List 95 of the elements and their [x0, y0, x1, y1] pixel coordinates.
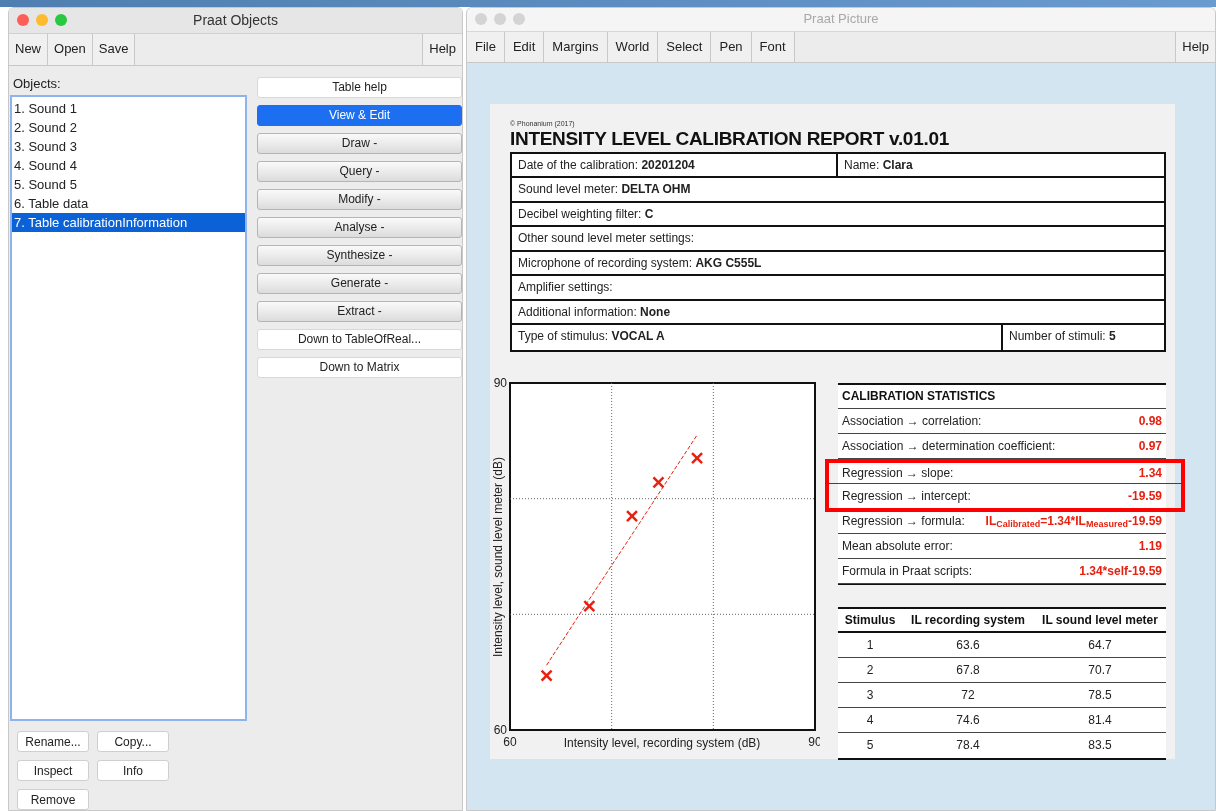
window-control-icon[interactable] — [55, 14, 67, 26]
object-item[interactable]: 6. Table data — [12, 194, 245, 213]
stat-value: 0.97 — [1138, 437, 1162, 455]
object-item[interactable]: 3. Sound 3 — [12, 137, 245, 156]
data-point — [626, 509, 638, 522]
window-title: Praat Objects — [192, 10, 279, 30]
column-header: IL sound level meter — [1041, 611, 1159, 629]
stats-title: CALIBRATION STATISTICS — [842, 388, 996, 405]
menu-button[interactable]: Extract - — [257, 300, 462, 322]
action-button[interactable]: Down to TableOfReal... — [257, 328, 462, 350]
data-point — [583, 599, 596, 612]
stat-label: Mean absolute error: — [842, 537, 953, 555]
table-cell-text: 74.6 — [955, 711, 981, 729]
stat-value: 1.34*self-19.59 — [1079, 562, 1162, 580]
stat-value: IL$_{Calibrated}$=1.34*IL$_{Measured}$-19.59 — [985, 512, 1162, 530]
table-cell-text: 1 — [865, 636, 875, 654]
table-cell-text: 70.7 — [1087, 661, 1113, 679]
menu-item[interactable]: Margins — [544, 31, 608, 63]
stat-label: Regression → intercept: — [842, 487, 971, 505]
help-menu[interactable]: Help — [1175, 31, 1215, 63]
table-cell-text: 72 — [960, 686, 976, 704]
menu-item[interactable]: Select — [658, 31, 712, 63]
stat-label: Association → determination coefficient: — [842, 437, 1056, 455]
window-control-icon[interactable] — [513, 13, 525, 25]
report-field: Microphone of recording system: AKG C555L — [512, 251, 1164, 274]
stat-value: 1.19 — [1138, 537, 1162, 555]
table-cell-text: 83.5 — [1087, 737, 1113, 754]
report-field: Date of the calibration: 20201204 — [512, 153, 838, 176]
action-button[interactable]: Table help — [257, 76, 462, 98]
table-cell-text: 63.6 — [955, 636, 981, 654]
report-field: Name: Clara — [838, 153, 1164, 176]
window-control-icon[interactable] — [17, 14, 29, 26]
action-button[interactable]: Copy... — [97, 731, 169, 752]
menu-button[interactable]: Query - — [257, 160, 462, 182]
table-cell-text: 5 — [865, 737, 875, 754]
table-cell-text: 78.5 — [1087, 686, 1113, 704]
menu-button[interactable]: Synthesize - — [257, 244, 462, 266]
menu-button[interactable]: Analyse - — [257, 216, 462, 238]
table-cell-text: 64.7 — [1087, 636, 1113, 654]
menu-button[interactable]: Modify - — [257, 188, 462, 210]
report-field: Other sound level meter settings: — [512, 227, 1164, 250]
table-cell-text: 81.4 — [1087, 711, 1113, 729]
axis-tick-label: 60 — [503, 734, 517, 749]
action-button[interactable]: Down to Matrix — [257, 356, 462, 378]
report-field: Decibel weighting filter: C — [512, 202, 1164, 225]
action-button[interactable]: Inspect — [17, 760, 89, 781]
data-point — [652, 476, 665, 488]
report-field: Amplifier settings: — [512, 276, 1164, 299]
data-point — [540, 669, 553, 682]
window-title: Praat Picture — [802, 10, 880, 29]
report-field: Type of stimulus: VOCAL A — [512, 325, 1003, 350]
window-control-icon[interactable] — [475, 13, 487, 25]
column-header: Stimulus — [843, 611, 897, 629]
help-menu[interactable]: Help — [422, 33, 462, 66]
report-field: Number of stimuli: 5 — [1003, 325, 1164, 350]
stat-value: 1.34 — [1138, 464, 1162, 482]
stat-value: 0.98 — [1138, 412, 1162, 430]
table-cell-text: 3 — [865, 686, 875, 704]
menu-button[interactable]: Draw - — [257, 132, 462, 154]
toolbar-menu[interactable]: New — [9, 33, 48, 66]
toolbar-menu[interactable]: Open — [48, 33, 93, 66]
report-field: Additional information: None — [512, 300, 1164, 323]
object-item[interactable]: 2. Sound 2 — [12, 118, 245, 137]
object-item[interactable]: 5. Sound 5 — [12, 175, 245, 194]
menu-item[interactable]: Pen — [711, 31, 752, 63]
report-field: Sound level meter: DELTA OHM — [512, 178, 1164, 201]
report-title: INTENSITY LEVEL CALIBRATION REPORT v.01.01 — [510, 127, 950, 150]
x-axis-label: Intensity level, recording system (dB) — [563, 735, 761, 750]
table-cell-text: 67.8 — [955, 661, 981, 679]
menu-item[interactable]: World — [607, 31, 659, 63]
axis-tick-label: 60 — [493, 722, 507, 737]
window-control-icon[interactable] — [494, 13, 506, 25]
stat-label: Regression → slope: — [842, 464, 954, 482]
window-control-icon[interactable] — [36, 14, 48, 26]
column-header: IL recording system — [910, 611, 1026, 629]
axis-tick-label: 90 — [493, 375, 507, 390]
menu-item[interactable]: File — [467, 31, 505, 63]
data-point — [691, 451, 703, 464]
object-item[interactable]: 1. Sound 1 — [12, 99, 245, 118]
table-cell-text: 2 — [865, 661, 875, 679]
action-button[interactable]: Info — [97, 760, 169, 781]
action-button[interactable]: Rename... — [17, 731, 89, 752]
action-button[interactable]: View & Edit — [257, 104, 462, 126]
objects-label: Objects: — [12, 74, 62, 93]
stat-label: Association → correlation: — [842, 412, 982, 430]
object-item[interactable]: 4. Sound 4 — [12, 156, 245, 175]
action-button[interactable]: Remove — [17, 789, 89, 810]
y-axis-label: Intensity level, sound level meter (dB) — [491, 456, 505, 657]
table-cell-text: 78.4 — [955, 737, 981, 754]
object-item[interactable]: 7. Table calibrationInformation — [12, 213, 245, 232]
stat-label: Regression → formula: — [842, 512, 965, 530]
stat-value: -19.59 — [1127, 487, 1162, 505]
menu-button[interactable]: Generate - — [257, 272, 462, 294]
stat-label: Formula in Praat scripts: — [842, 562, 973, 580]
table-cell-text: 4 — [865, 711, 875, 729]
